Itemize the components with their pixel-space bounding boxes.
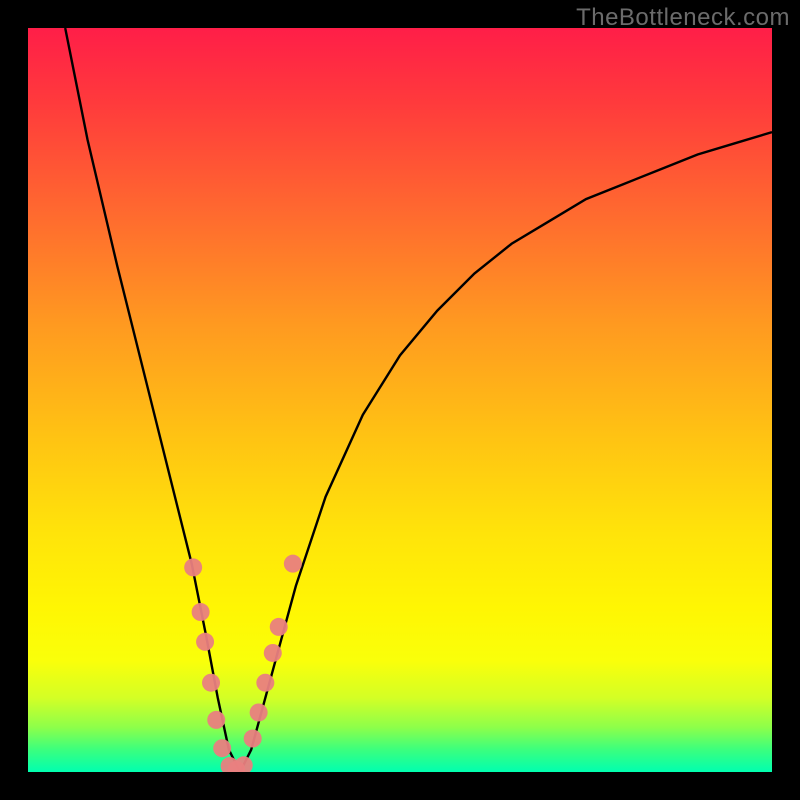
data-marker (235, 756, 253, 772)
data-marker (213, 739, 231, 757)
plot-area (28, 28, 772, 772)
data-marker (202, 674, 220, 692)
data-marker (184, 558, 202, 576)
chart-svg (28, 28, 772, 772)
watermark-text: TheBottleneck.com (576, 4, 790, 32)
bottleneck-curve (65, 28, 772, 772)
chart-frame: TheBottleneck.com (0, 0, 800, 800)
data-marker (244, 730, 262, 748)
data-marker (207, 711, 225, 729)
data-marker (270, 618, 288, 636)
data-marker (284, 555, 302, 573)
marker-group (184, 555, 302, 772)
data-marker (250, 703, 268, 721)
data-marker (256, 674, 274, 692)
data-marker (192, 603, 210, 621)
data-marker (196, 633, 214, 651)
data-marker (264, 644, 282, 662)
